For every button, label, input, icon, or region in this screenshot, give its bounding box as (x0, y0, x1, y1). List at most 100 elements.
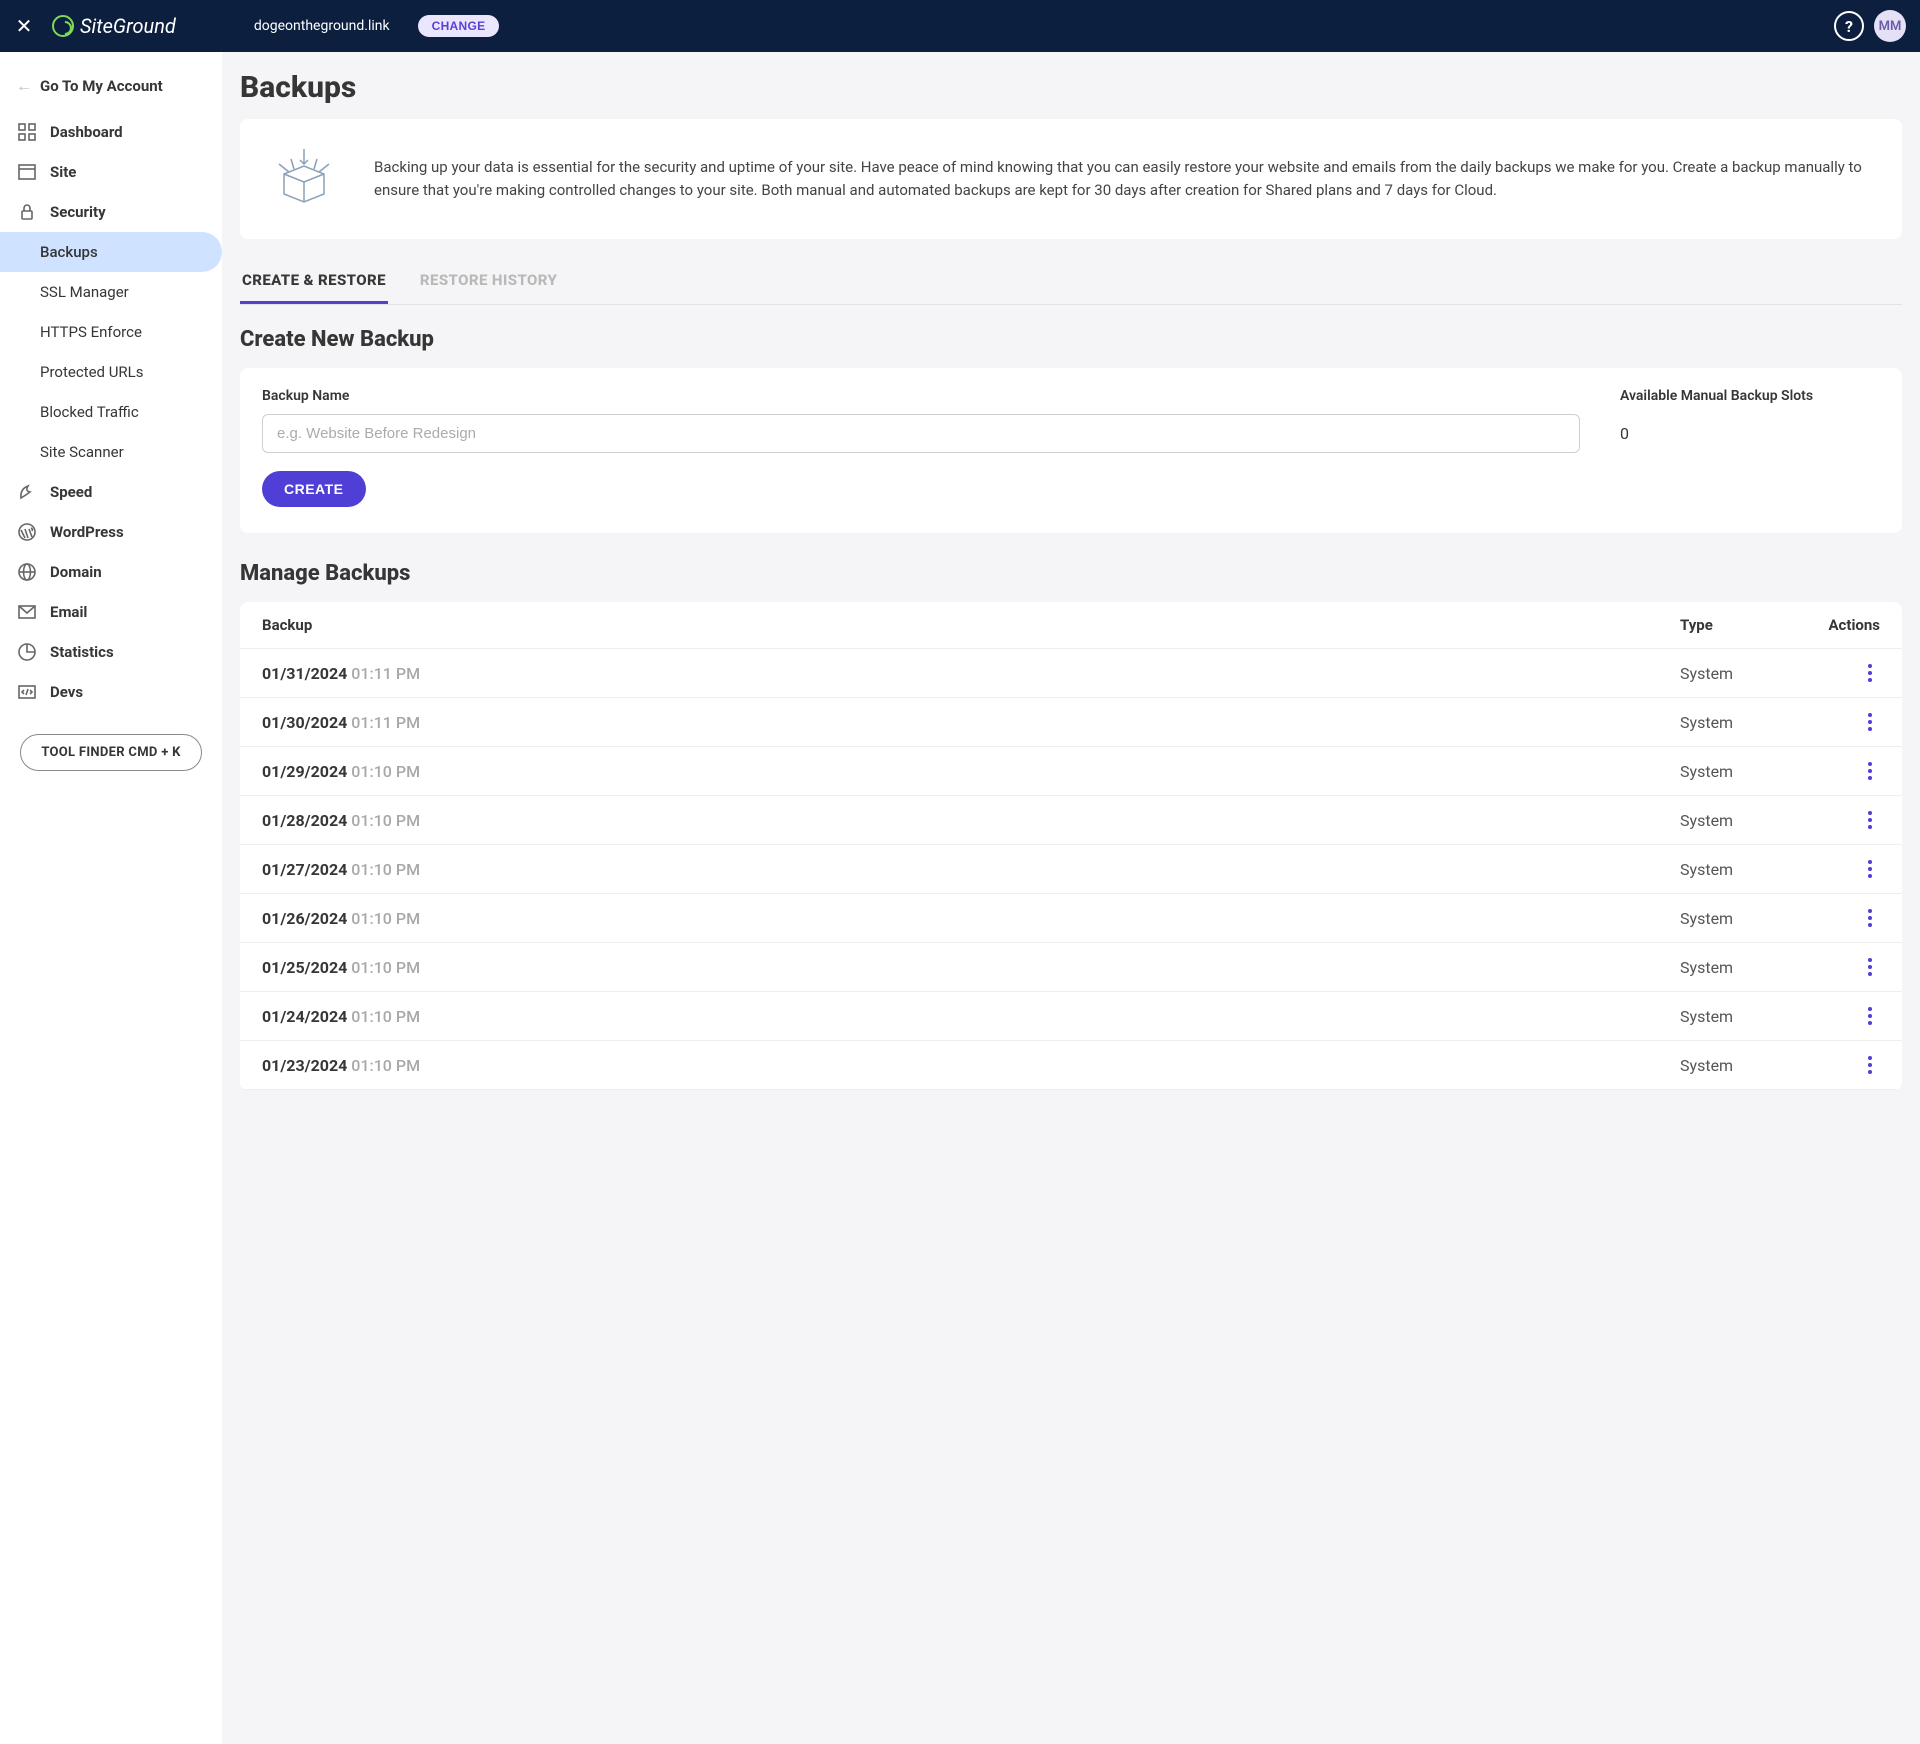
row-actions-button[interactable] (1860, 663, 1880, 683)
backup-cell: 01/25/2024 01:10 PM (262, 958, 1680, 977)
sidebar-sub-ssl[interactable]: SSL Manager (0, 272, 222, 312)
kebab-dot-icon (1868, 1021, 1872, 1025)
main-content: Backups Backing up your data is essentia… (222, 52, 1920, 1744)
domain-label: dogeontheground.link (254, 18, 390, 34)
kebab-dot-icon (1868, 909, 1872, 913)
backup-time: 01:10 PM (351, 860, 420, 879)
logo[interactable]: SiteGround (52, 14, 176, 38)
kebab-dot-icon (1868, 825, 1872, 829)
kebab-dot-icon (1868, 867, 1872, 871)
row-actions-button[interactable] (1860, 908, 1880, 928)
devs-icon (18, 683, 36, 701)
row-actions-button[interactable] (1860, 761, 1880, 781)
table-row: 01/30/2024 01:11 PM System (240, 698, 1902, 747)
sidebar-sub-backups[interactable]: Backups (0, 232, 222, 272)
close-icon[interactable]: ✕ (14, 14, 34, 38)
backup-date: 01/27/2024 (262, 860, 347, 879)
backup-cell: 01/24/2024 01:10 PM (262, 1007, 1680, 1026)
kebab-dot-icon (1868, 874, 1872, 878)
kebab-dot-icon (1868, 671, 1872, 675)
kebab-dot-icon (1868, 769, 1872, 773)
row-actions-button[interactable] (1860, 957, 1880, 977)
sidebar-item-speed[interactable]: Speed (0, 472, 222, 512)
backup-type: System (1680, 811, 1800, 830)
tab-restore-history[interactable]: RESTORE HISTORY (418, 259, 559, 304)
slots-label: Available Manual Backup Slots (1620, 388, 1880, 404)
kebab-dot-icon (1868, 1063, 1872, 1067)
col-type: Type (1680, 616, 1800, 634)
backup-date: 01/26/2024 (262, 909, 347, 928)
table-row: 01/27/2024 01:10 PM System (240, 845, 1902, 894)
backup-cell: 01/31/2024 01:11 PM (262, 664, 1680, 683)
sidebar-item-devs[interactable]: Devs (0, 672, 222, 712)
backup-date: 01/25/2024 (262, 958, 347, 977)
sidebar-sub-label: HTTPS Enforce (40, 323, 142, 341)
sidebar-sub-https[interactable]: HTTPS Enforce (0, 312, 222, 352)
row-actions-button[interactable] (1860, 810, 1880, 830)
sidebar-item-wordpress[interactable]: WordPress (0, 512, 222, 552)
backup-cell: 01/26/2024 01:10 PM (262, 909, 1680, 928)
kebab-dot-icon (1868, 720, 1872, 724)
change-button[interactable]: CHANGE (418, 15, 500, 37)
site-icon (18, 163, 36, 181)
col-backup: Backup (262, 616, 1680, 634)
row-actions-button[interactable] (1860, 1055, 1880, 1075)
kebab-dot-icon (1868, 713, 1872, 717)
speed-icon (18, 483, 36, 501)
row-actions-button[interactable] (1860, 1006, 1880, 1026)
sidebar-item-site[interactable]: Site (0, 152, 222, 192)
kebab-dot-icon (1868, 916, 1872, 920)
sidebar-item-statistics[interactable]: Statistics (0, 632, 222, 672)
help-icon[interactable]: ? (1834, 11, 1864, 41)
intro-card: Backing up your data is essential for th… (240, 119, 1902, 239)
sidebar-item-label: Security (50, 203, 106, 221)
avatar[interactable]: MM (1874, 10, 1906, 42)
backup-date: 01/28/2024 (262, 811, 347, 830)
backup-time: 01:10 PM (351, 958, 420, 977)
kebab-dot-icon (1868, 678, 1872, 682)
sidebar-item-label: Email (50, 603, 87, 621)
back-label: Go To My Account (40, 77, 163, 95)
backup-time: 01:10 PM (351, 1056, 420, 1075)
kebab-dot-icon (1868, 762, 1872, 766)
sidebar-sub-label: Backups (40, 243, 98, 261)
sidebar-item-dashboard[interactable]: Dashboard (0, 112, 222, 152)
sidebar-sub-site-scanner[interactable]: Site Scanner (0, 432, 222, 472)
sidebar-sub-protected-urls[interactable]: Protected URLs (0, 352, 222, 392)
backup-date: 01/24/2024 (262, 1007, 347, 1026)
row-actions-button[interactable] (1860, 859, 1880, 879)
back-to-account[interactable]: ← Go To My Account (0, 66, 222, 112)
kebab-dot-icon (1868, 811, 1872, 815)
tool-finder-button[interactable]: TOOL FINDER CMD + K (20, 734, 202, 771)
backup-time: 01:10 PM (351, 811, 420, 830)
backup-date: 01/30/2024 (262, 713, 347, 732)
sidebar-item-email[interactable]: Email (0, 592, 222, 632)
backup-box-icon (264, 139, 344, 219)
dashboard-icon (18, 123, 36, 141)
backup-name-input[interactable] (262, 414, 1580, 453)
create-button[interactable]: CREATE (262, 471, 366, 507)
sidebar-item-domain[interactable]: Domain (0, 552, 222, 592)
backup-time: 01:11 PM (351, 713, 420, 732)
wordpress-icon (18, 523, 36, 541)
slots-value: 0 (1620, 414, 1880, 443)
row-actions-button[interactable] (1860, 712, 1880, 732)
table-header: Backup Type Actions (240, 602, 1902, 649)
email-icon (18, 603, 36, 621)
statistics-icon (18, 643, 36, 661)
table-row: 01/29/2024 01:10 PM System (240, 747, 1902, 796)
backup-type: System (1680, 860, 1800, 879)
backup-type: System (1680, 762, 1800, 781)
table-row: 01/25/2024 01:10 PM System (240, 943, 1902, 992)
backup-name-label: Backup Name (262, 388, 1580, 404)
sidebar-item-label: Site (50, 163, 76, 181)
backup-time: 01:11 PM (351, 664, 420, 683)
backups-table: Backup Type Actions 01/31/2024 01:11 PM … (240, 602, 1902, 1090)
backup-type: System (1680, 1007, 1800, 1026)
sidebar-item-security[interactable]: Security (0, 192, 222, 232)
backup-time: 01:10 PM (351, 762, 420, 781)
tab-create-restore[interactable]: CREATE & RESTORE (240, 259, 388, 304)
table-row: 01/24/2024 01:10 PM System (240, 992, 1902, 1041)
sidebar-sub-blocked-traffic[interactable]: Blocked Traffic (0, 392, 222, 432)
backup-type: System (1680, 909, 1800, 928)
